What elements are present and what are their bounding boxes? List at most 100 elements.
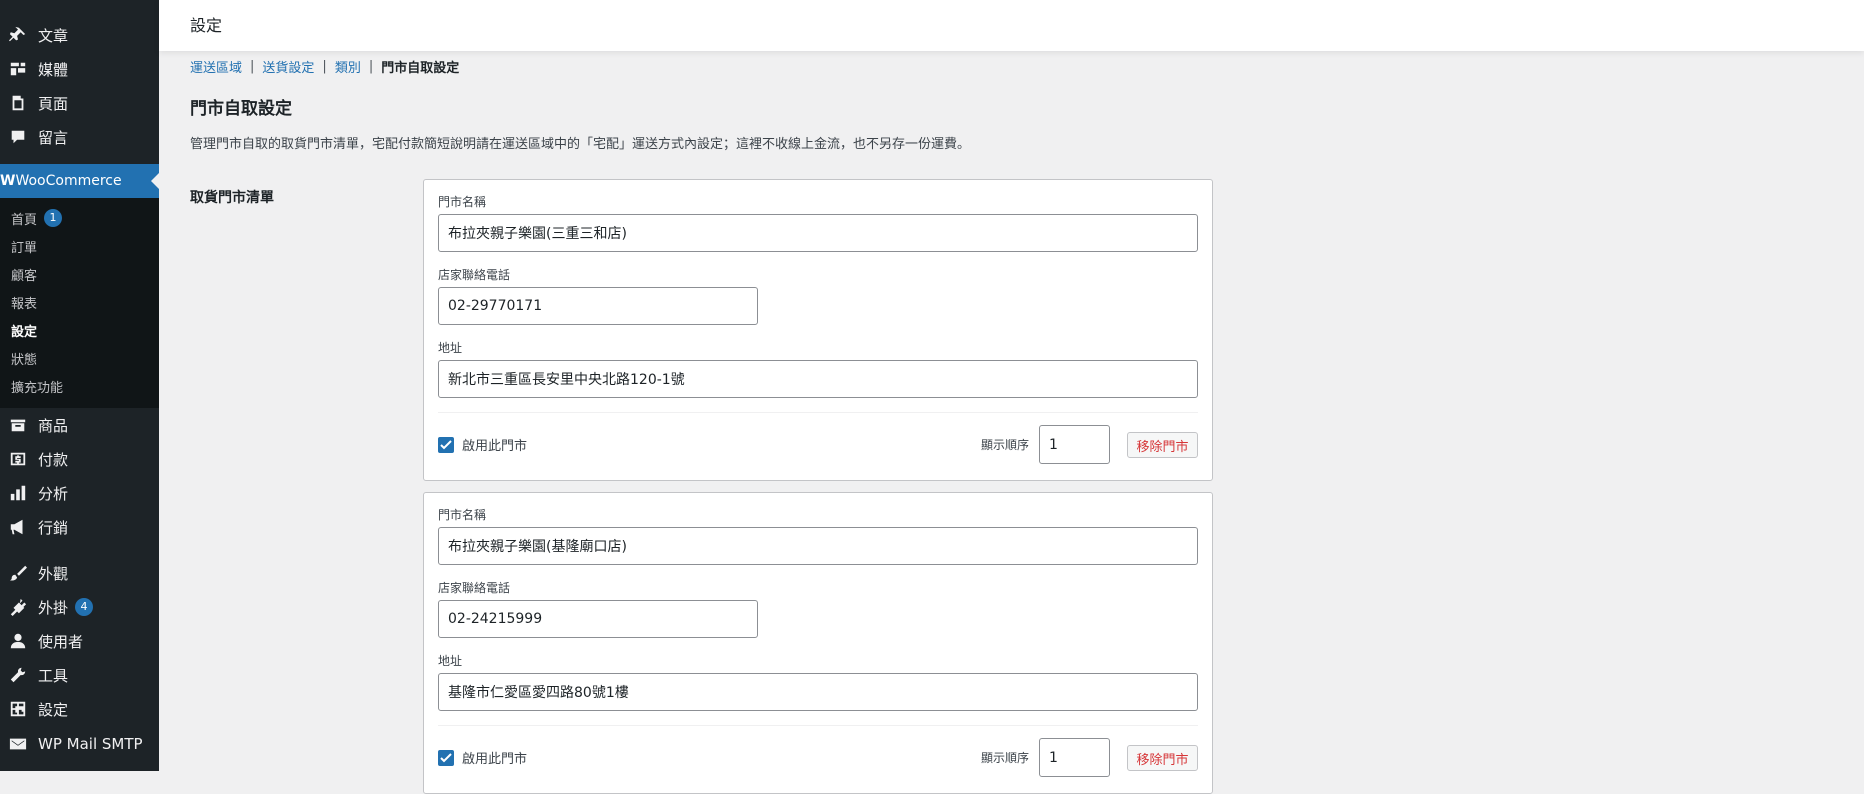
address-label: 地址 <box>438 341 463 355</box>
menu-item-label: 外觀 <box>38 564 69 583</box>
menu-item-payments[interactable]: 付款 <box>0 442 159 476</box>
subnav-link-classes[interactable]: 類別 <box>335 57 361 76</box>
brush-icon <box>8 563 28 583</box>
address-input[interactable]: 新北市三重區長安里中央北路120-1號 <box>438 360 1198 398</box>
chart-icon <box>8 483 28 503</box>
menu-item-comments[interactable]: 留言 <box>0 120 159 154</box>
section-description: 管理門市自取的取貨門市清單，宅配付款簡短說明請在運送區域中的「宅配」運送方式內設… <box>190 137 971 152</box>
subnav-separator: | <box>250 59 255 74</box>
submenu-item-label: 設定 <box>11 324 38 340</box>
submenu-item-extensions[interactable]: 擴充功能 <box>11 375 63 397</box>
card-divider <box>438 725 1198 726</box>
enable-store-toggle[interactable]: 啟用此門市 <box>438 748 527 767</box>
admin-sidebar: 文章 媒體 頁面 留言 W WooCommerce 首頁 1 訂單 顧客 報表 … <box>0 0 159 771</box>
submenu-item-home[interactable]: 首頁 1 <box>11 207 63 229</box>
menu-item-plugins[interactable]: 外掛 4 <box>0 590 159 624</box>
woo-icon: W <box>0 173 16 189</box>
menu-item-label: 行銷 <box>38 518 69 537</box>
store-card: 門市名稱 布拉夾親子樂園(三重三和店) 店家聯絡電話 02-29770171 地… <box>423 179 1213 481</box>
menu-item-label: 工具 <box>38 666 69 685</box>
notification-badge: 1 <box>44 209 63 227</box>
notification-badge: 4 <box>75 598 94 616</box>
menu-item-posts[interactable]: 文章 <box>0 18 159 52</box>
submenu-item-orders[interactable]: 訂單 <box>11 235 37 257</box>
phone-label: 店家聯絡電話 <box>438 268 511 282</box>
menu-item-settings[interactable]: 設定 <box>0 692 159 726</box>
store-card: 門市名稱 布拉夾親子樂園(基隆廟口店) 店家聯絡電話 02-24215999 地… <box>423 492 1213 794</box>
menu-item-label: 商品 <box>38 416 69 435</box>
subnav-link-shipping-settings[interactable]: 送貨設定 <box>262 57 314 76</box>
megaphone-icon <box>8 517 28 537</box>
address-label: 地址 <box>438 654 463 668</box>
menu-item-woocommerce[interactable]: W WooCommerce <box>0 164 159 198</box>
settings-subnav: 運送區域 | 送貨設定 | 類別 | 門市自取設定 <box>190 57 459 76</box>
enable-store-label: 啟用此門市 <box>462 439 528 454</box>
menu-item-media[interactable]: 媒體 <box>0 52 159 86</box>
money-icon <box>8 449 28 469</box>
subnav-link-shipping-zones[interactable]: 運送區域 <box>190 57 242 76</box>
phone-input[interactable]: 02-24215999 <box>438 600 758 638</box>
user-icon <box>8 631 28 651</box>
archive-icon <box>8 415 28 435</box>
submenu-item-label: 狀態 <box>11 352 38 368</box>
display-order-input[interactable]: 1 <box>1039 738 1110 777</box>
menu-item-label: 付款 <box>38 450 69 469</box>
enable-store-toggle[interactable]: 啟用此門市 <box>438 435 527 454</box>
submenu-item-status[interactable]: 狀態 <box>11 347 37 369</box>
remove-store-button[interactable]: 移除門市 <box>1127 432 1198 458</box>
submenu-item-customers[interactable]: 顧客 <box>11 263 37 285</box>
media-icon <box>8 59 28 79</box>
plug-icon <box>8 597 28 617</box>
card-divider <box>438 412 1198 413</box>
menu-item-label: 留言 <box>38 128 69 147</box>
display-order-label: 顯示順序 <box>981 438 1030 452</box>
submenu-item-reports[interactable]: 報表 <box>11 291 37 313</box>
section-title: 門市自取設定 <box>190 99 292 119</box>
menu-item-label: 頁面 <box>38 94 69 113</box>
comment-icon <box>8 127 28 147</box>
page-header: 設定 <box>159 0 1864 51</box>
woocommerce-submenu: 首頁 1 訂單 顧客 報表 設定 狀態 擴充功能 <box>0 198 159 408</box>
display-order-input[interactable]: 1 <box>1039 425 1110 464</box>
pin-icon <box>8 25 28 45</box>
submenu-item-settings[interactable]: 設定 <box>11 319 37 341</box>
subnav-current: 門市自取設定 <box>381 61 460 76</box>
menu-item-tools[interactable]: 工具 <box>0 658 159 692</box>
enable-store-label: 啟用此門市 <box>462 752 528 767</box>
menu-item-label: 設定 <box>38 700 69 719</box>
page-icon <box>8 93 28 113</box>
menu-item-appearance[interactable]: 外觀 <box>0 556 159 590</box>
submenu-item-label: 擴充功能 <box>11 380 64 396</box>
menu-item-products[interactable]: 商品 <box>0 408 159 442</box>
menu-item-label: 外掛 <box>38 598 69 617</box>
address-input[interactable]: 基隆市仁愛區愛四路80號1樓 <box>438 673 1198 711</box>
menu-item-wp-mail-smtp[interactable]: WP Mail SMTP <box>0 727 159 761</box>
mail-icon <box>8 734 28 754</box>
phone-input[interactable]: 02-29770171 <box>438 287 758 325</box>
menu-item-users[interactable]: 使用者 <box>0 624 159 658</box>
submenu-item-label: 首頁 <box>11 212 38 228</box>
menu-item-analytics[interactable]: 分析 <box>0 476 159 510</box>
menu-item-label: 文章 <box>38 26 69 45</box>
submenu-item-label: 顧客 <box>11 268 38 284</box>
store-name-label: 門市名稱 <box>438 508 487 522</box>
subnav-separator: | <box>368 59 374 74</box>
page-title: 設定 <box>190 16 223 35</box>
menu-item-label: 媒體 <box>38 60 69 79</box>
settings-icon <box>8 699 28 719</box>
menu-item-label: 使用者 <box>38 632 84 651</box>
checkbox-checked-icon[interactable] <box>438 749 454 766</box>
wrench-icon <box>8 665 28 685</box>
display-order-label: 顯示順序 <box>981 751 1030 765</box>
menu-item-label: 分析 <box>38 484 69 503</box>
menu-item-label: WP Mail SMTP <box>38 735 143 753</box>
checkbox-checked-icon[interactable] <box>438 436 454 453</box>
menu-item-label: WooCommerce <box>15 173 122 189</box>
phone-label: 店家聯絡電話 <box>438 581 511 595</box>
store-name-input[interactable]: 布拉夾親子樂園(基隆廟口店) <box>438 527 1198 565</box>
menu-item-marketing[interactable]: 行銷 <box>0 510 159 544</box>
store-name-input[interactable]: 布拉夾親子樂園(三重三和店) <box>438 214 1198 252</box>
remove-store-button[interactable]: 移除門市 <box>1127 745 1198 771</box>
menu-item-pages[interactable]: 頁面 <box>0 86 159 120</box>
store-list-label: 取貨門市清單 <box>190 190 274 206</box>
